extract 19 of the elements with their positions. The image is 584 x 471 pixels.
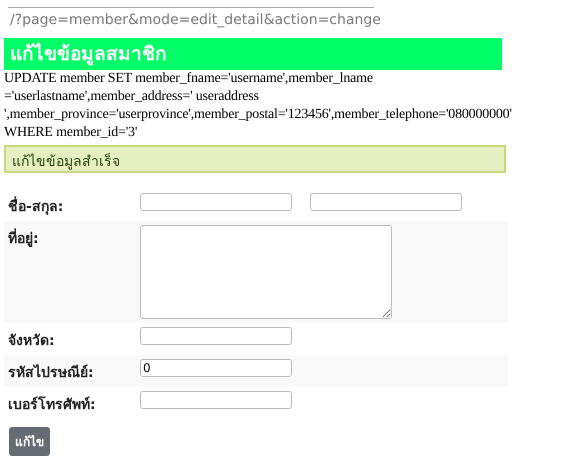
field-label: ชื่อ-สกุล: bbox=[8, 193, 140, 217]
sql-query-line: WHERE member_id='3' bbox=[4, 124, 138, 142]
address-field[interactable] bbox=[140, 225, 392, 319]
field-label: เบอร์โทรศัพท์: bbox=[8, 395, 97, 415]
field-label: จังหวัด: bbox=[8, 332, 56, 351]
field-label: รหัสไปรษณีย์: bbox=[8, 363, 95, 383]
input-field[interactable] bbox=[140, 193, 292, 211]
field-label: ที่อยู่: bbox=[8, 225, 140, 319]
sql-query-line: ',member_province='userprovince',member_postal='123456',member_telephone='080000000' bbox=[4, 106, 513, 124]
input-field[interactable] bbox=[140, 327, 292, 345]
input-field[interactable]: 0 bbox=[140, 359, 292, 377]
success-message: แก้ไขข้อมูลสำเร็จ bbox=[4, 145, 506, 173]
url-text: /?page=member&mode=edit_detail&action=change bbox=[9, 11, 382, 30]
submit-button[interactable]: แก้ไข bbox=[9, 427, 50, 456]
sql-query-line: ='userlastname',member_address=' useraddress bbox=[4, 88, 260, 106]
sql-query-line: UPDATE member SET member_fname='username',member_lname bbox=[4, 70, 374, 88]
input-field[interactable] bbox=[310, 193, 462, 211]
input-field[interactable] bbox=[140, 391, 292, 409]
page-title: แก้ไขข้อมูลสมาชิก bbox=[4, 38, 502, 70]
